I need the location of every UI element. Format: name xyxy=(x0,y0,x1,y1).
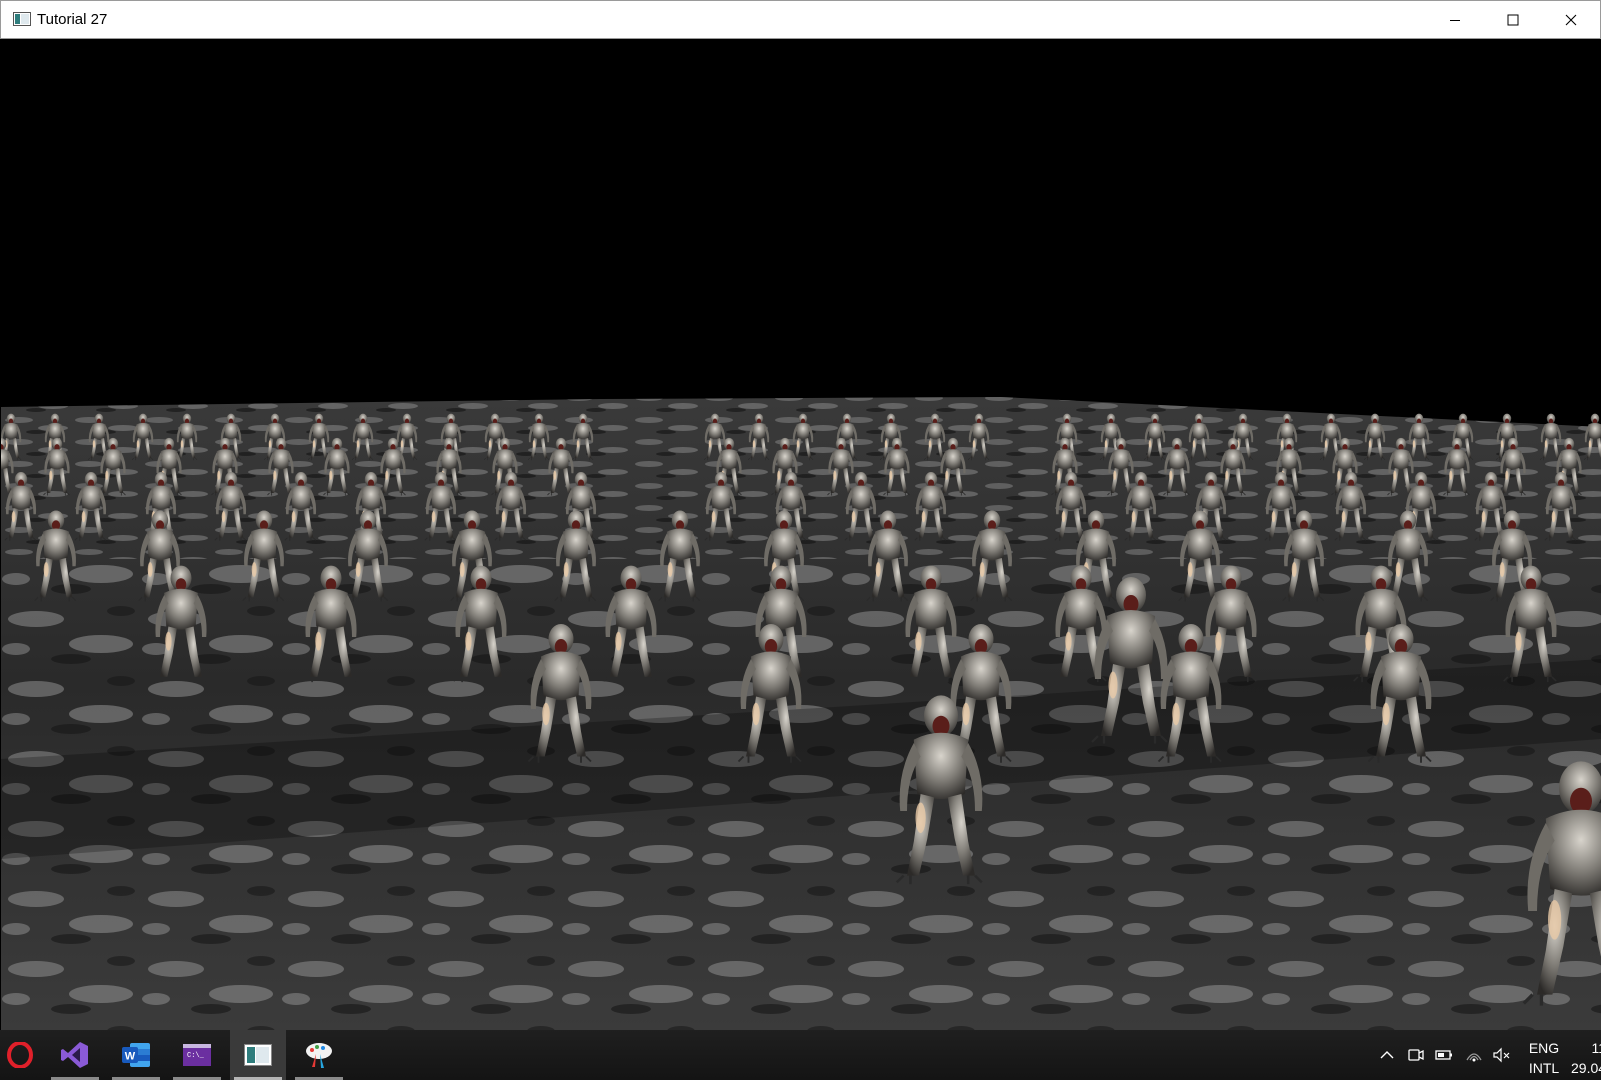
volume-muted-icon[interactable] xyxy=(1492,1045,1512,1065)
taskbar-app-word[interactable]: W xyxy=(108,1030,164,1080)
terminal-icon: C:\_ xyxy=(183,1044,211,1066)
svg-text:W: W xyxy=(125,1051,136,1063)
window-title: Tutorial 27 xyxy=(37,11,108,28)
taskbar-app-visual-studio[interactable] xyxy=(47,1030,103,1080)
scene-render xyxy=(1,39,1601,1030)
opera-icon xyxy=(7,1042,33,1068)
minimize-button[interactable] xyxy=(1426,1,1484,39)
taskbar-app-paint[interactable] xyxy=(291,1030,347,1080)
maximize-button[interactable] xyxy=(1484,1,1542,39)
close-icon xyxy=(1565,14,1577,26)
taskbar-app-opera[interactable] xyxy=(0,1030,40,1080)
visual-studio-icon xyxy=(61,1042,88,1068)
clock-date: 29.04 xyxy=(1571,1060,1601,1076)
battery-icon[interactable] xyxy=(1434,1045,1454,1065)
taskbar-app-command-prompt[interactable]: C:\_ xyxy=(169,1030,225,1080)
language-indicator[interactable]: ENG INTL xyxy=(1524,1038,1564,1078)
network-icon[interactable] xyxy=(1464,1045,1484,1065)
meet-now-icon[interactable] xyxy=(1406,1045,1426,1065)
taskbar-app-tutorial[interactable] xyxy=(230,1030,286,1080)
word-icon: W xyxy=(122,1043,150,1067)
paint-icon xyxy=(306,1043,332,1068)
game-viewport[interactable] xyxy=(1,39,1601,1030)
taskbar: W C:\_ ENG INTL 1 29.0 xyxy=(0,1030,1601,1080)
svg-text:C:\_: C:\_ xyxy=(187,1052,205,1060)
title-bar[interactable]: Tutorial 27 xyxy=(0,0,1601,39)
close-button[interactable] xyxy=(1542,1,1600,39)
app-window-icon xyxy=(13,12,31,26)
maximize-icon xyxy=(1507,14,1519,26)
clock[interactable]: 11 29.04 xyxy=(1571,1038,1601,1078)
minimize-icon xyxy=(1450,20,1460,21)
chevron-up-icon[interactable] xyxy=(1377,1045,1397,1065)
app-window-icon xyxy=(244,1044,272,1066)
clock-time: 11 xyxy=(1591,1040,1601,1056)
